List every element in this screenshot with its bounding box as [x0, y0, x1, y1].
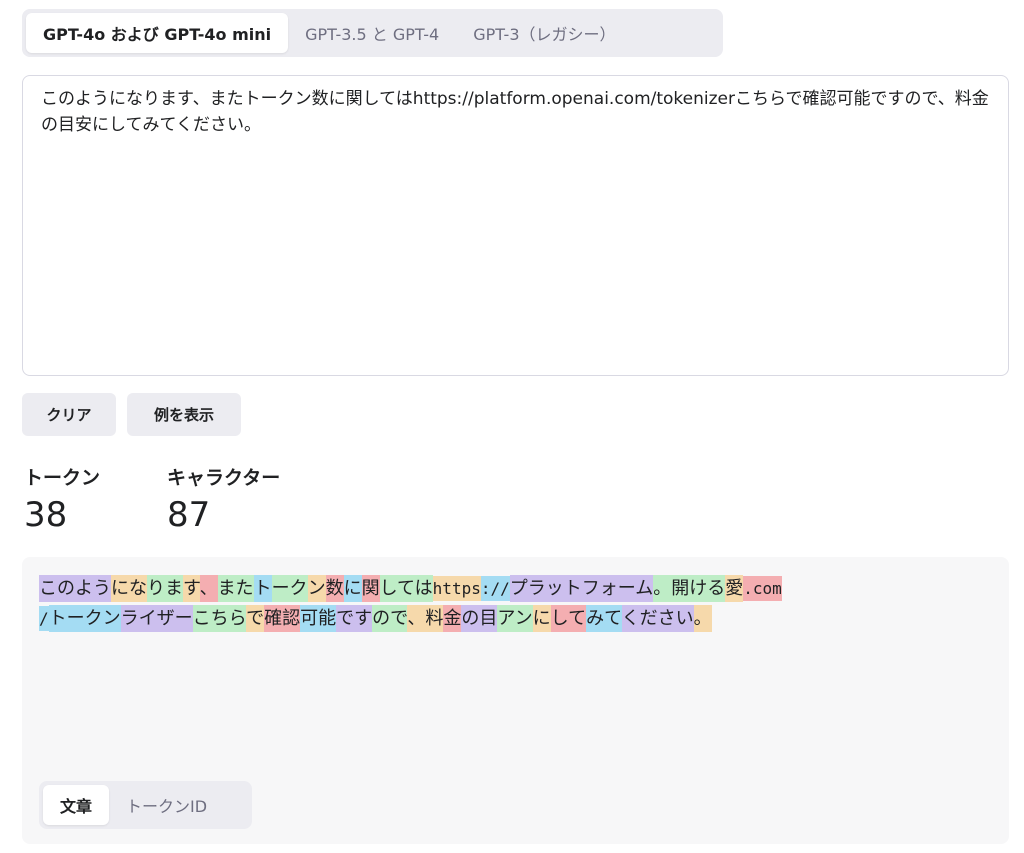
token: の目	[461, 605, 498, 632]
tokenizer-input[interactable]	[22, 75, 1009, 376]
character-count: キャラクター 87	[167, 463, 280, 535]
token: ライザー	[120, 605, 193, 632]
output-view-tabs: 文章 トークンID	[39, 781, 252, 829]
tokenized-output: このようになります、またトークン数に関してはhttps://プラットフォーム。開…	[22, 557, 1009, 844]
token-count-label: トークン	[24, 467, 101, 489]
token: にな	[111, 575, 147, 602]
tokenized-text: このようになります、またトークン数に関してはhttps://プラットフォーム。開…	[39, 574, 979, 634]
token: ので	[372, 605, 408, 632]
token: ://	[480, 576, 510, 601]
clear-button[interactable]: クリア	[22, 393, 116, 436]
token: 認	[282, 605, 301, 632]
token: で	[246, 605, 265, 632]
token: ください	[621, 605, 694, 632]
tab-token-ids-view[interactable]: トークンID	[109, 785, 224, 825]
token: 金	[443, 605, 462, 632]
token: に	[532, 605, 551, 632]
token-count-value: 38	[24, 495, 68, 535]
token: また	[217, 575, 254, 602]
token-count: トークン 38	[24, 463, 100, 535]
token: プラットフォーム	[509, 575, 654, 602]
token: 、	[199, 575, 218, 602]
token: /	[39, 606, 49, 631]
token: に	[343, 575, 362, 602]
token: 。	[693, 605, 712, 632]
character-count-label: キャラクター	[167, 467, 281, 489]
tab-gpt-4o[interactable]: GPT-4o および GPT-4o mini	[26, 13, 289, 53]
tab-gpt-3-5-gpt-4[interactable]: GPT-3.5 と GPT-4	[288, 13, 456, 53]
character-count-value: 87	[167, 495, 211, 535]
token: こちら	[192, 605, 247, 632]
tab-text-view[interactable]: 文章	[43, 785, 110, 825]
token: 愛	[725, 575, 744, 602]
token: 確	[264, 605, 283, 632]
token: りま	[147, 575, 183, 602]
token: です	[336, 605, 373, 632]
token: https	[432, 576, 481, 601]
token: 料	[425, 605, 444, 632]
token: しては	[379, 575, 433, 602]
tab-gpt-3-legacy[interactable]: GPT-3（レガシー）	[456, 13, 632, 53]
token: 、	[407, 605, 426, 632]
token: .com	[743, 576, 782, 601]
token: このよう	[39, 575, 111, 602]
token: 可能	[300, 605, 337, 632]
token: アン	[497, 605, 533, 632]
token: 数	[325, 575, 344, 602]
token: 。開ける	[653, 575, 726, 602]
show-example-button[interactable]: 例を表示	[127, 393, 241, 436]
token: トークン	[48, 605, 121, 632]
token: 関	[361, 575, 380, 602]
model-tabs: GPT-4o および GPT-4o mini GPT-3.5 と GPT-4 G…	[22, 9, 723, 57]
token: ン	[307, 575, 326, 602]
token: ーク	[271, 575, 308, 602]
token: す	[183, 575, 200, 602]
token: して	[550, 605, 587, 632]
token: ト	[253, 575, 272, 602]
token: みて	[586, 605, 622, 632]
